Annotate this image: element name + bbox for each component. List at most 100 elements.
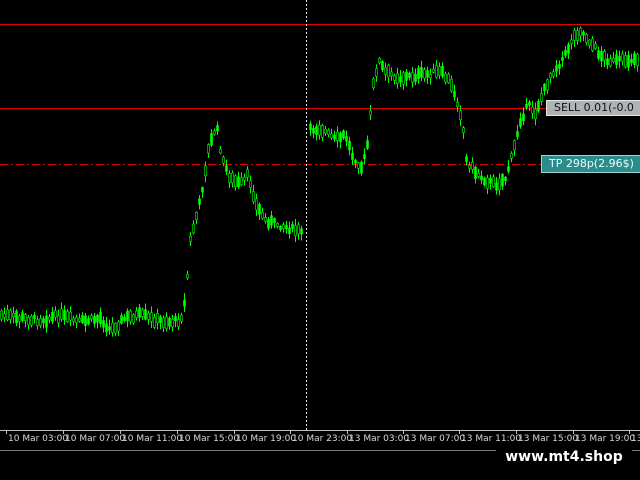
- candle-body: [294, 225, 297, 237]
- candle-body: [561, 57, 564, 61]
- candle-body: [528, 101, 531, 106]
- candle-body: [369, 110, 372, 116]
- candle-body: [264, 217, 267, 222]
- candle-body: [573, 29, 576, 41]
- candle-body: [414, 73, 417, 82]
- candle-body: [102, 320, 105, 328]
- candle-body: [165, 316, 168, 329]
- candle-body: [0, 310, 3, 320]
- candle-body: [432, 68, 435, 73]
- candle-body: [114, 323, 117, 334]
- candle-body: [558, 64, 561, 69]
- candle-body: [213, 130, 216, 135]
- candle-body: [540, 93, 543, 102]
- candle-body: [435, 65, 438, 78]
- candle-body: [246, 169, 249, 178]
- price-chart[interactable]: [0, 0, 640, 430]
- candles-group: [0, 26, 639, 337]
- candle-body: [336, 131, 339, 141]
- candle-body: [552, 71, 555, 77]
- candle-body: [489, 178, 492, 184]
- candle-body: [384, 67, 387, 75]
- chart-window[interactable]: SELL 0.01(-0.0 TP 298p(2.96$) 10 Mar 03:…: [0, 0, 640, 480]
- take-profit-label[interactable]: TP 298p(2.96$): [541, 155, 640, 173]
- candle-body: [468, 164, 471, 169]
- candle-body: [612, 57, 615, 62]
- candle-body: [483, 177, 486, 186]
- candle-body: [174, 316, 177, 321]
- sell-order-label[interactable]: SELL 0.01(-0.0: [546, 100, 640, 116]
- watermark-text: www.mt4.shop: [496, 444, 632, 470]
- candle-body: [375, 68, 378, 77]
- candle-body: [408, 72, 411, 78]
- candle-body: [87, 318, 90, 325]
- candle-body: [33, 314, 36, 319]
- candle-body: [57, 315, 60, 324]
- time-tick: [516, 431, 517, 434]
- candle-body: [627, 55, 630, 68]
- candle-body: [405, 71, 408, 81]
- candle-body: [441, 66, 444, 77]
- candle-body: [195, 212, 198, 220]
- candle-body: [309, 123, 312, 130]
- candle-body: [54, 310, 57, 318]
- candle-body: [537, 101, 540, 112]
- candle-body: [120, 315, 123, 324]
- candle-body: [633, 53, 636, 65]
- candle-body: [75, 317, 78, 323]
- candle-body: [456, 102, 459, 107]
- time-label: 13 Mar 07:00: [405, 434, 466, 444]
- candle-body: [321, 125, 324, 138]
- candle-body: [594, 43, 597, 49]
- time-label: 10 Mar 19:00: [236, 434, 297, 444]
- candle-body: [360, 161, 363, 174]
- candle-body: [525, 104, 528, 108]
- candle-body: [162, 317, 165, 328]
- candle-body: [129, 310, 132, 322]
- candle-body: [438, 66, 441, 76]
- candle-body: [597, 50, 600, 59]
- sell-order-text: SELL 0.01(-0.0: [554, 101, 634, 114]
- candle-body: [231, 172, 234, 184]
- time-tick: [290, 431, 291, 434]
- candle-body: [243, 176, 246, 181]
- candle-body: [168, 317, 171, 327]
- candle-body: [531, 106, 534, 114]
- candle-body: [276, 223, 279, 227]
- candle-body: [9, 310, 12, 320]
- candle-body: [324, 128, 327, 134]
- candle-body: [267, 219, 270, 229]
- candle-body: [399, 76, 402, 83]
- candle-body: [45, 315, 48, 328]
- time-label: 10 Mar 15:00: [179, 434, 240, 444]
- candle-body: [285, 225, 288, 230]
- candle-body: [12, 312, 15, 318]
- candle-body: [69, 311, 72, 321]
- candle-body: [189, 235, 192, 242]
- candle-body: [588, 39, 591, 46]
- candle-body: [444, 73, 447, 83]
- candle-body: [513, 140, 516, 151]
- candle-body: [450, 78, 453, 92]
- time-label: 10 Mar 11:00: [122, 434, 183, 444]
- candle-body: [354, 159, 357, 164]
- candle-body: [6, 309, 9, 321]
- candle-body: [252, 191, 255, 202]
- candle-body: [219, 148, 222, 154]
- candle-body: [621, 53, 624, 62]
- candle-body: [222, 156, 225, 164]
- candle-body: [318, 125, 321, 136]
- candle-body: [153, 316, 156, 328]
- candle-body: [459, 110, 462, 121]
- time-tick: [6, 431, 7, 434]
- candle-body: [486, 177, 489, 189]
- time-label: 10 Mar 03:00: [8, 434, 69, 444]
- candle-body: [636, 54, 639, 66]
- candle-body: [378, 58, 381, 63]
- candle-body: [147, 312, 150, 320]
- candle-body: [18, 315, 21, 322]
- candle-body: [183, 299, 186, 307]
- candle-body: [447, 73, 450, 84]
- candle-body: [156, 313, 159, 324]
- candle-body: [270, 215, 273, 226]
